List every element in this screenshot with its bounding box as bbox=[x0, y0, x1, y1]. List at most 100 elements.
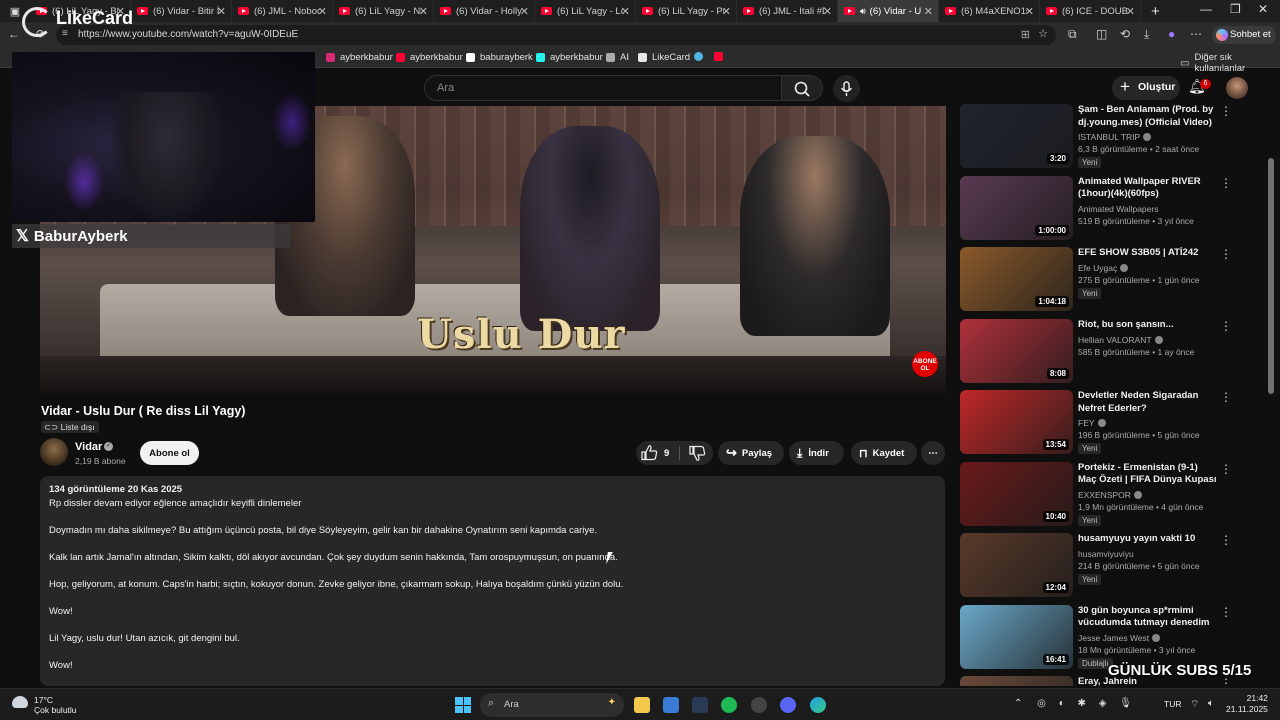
browser-tab[interactable]: (6) ICE - DOUBLE✕ bbox=[1040, 0, 1141, 22]
weather-widget[interactable]: 17°C Çok bulutlu bbox=[12, 695, 77, 715]
voice-search-button[interactable] bbox=[833, 75, 860, 102]
more-vertical-icon[interactable]: ⋮ bbox=[1220, 104, 1232, 118]
recommended-video-title[interactable]: Devletler Neden Sigaradan Nefret Ederler… bbox=[1078, 390, 1218, 415]
recommended-channel[interactable]: FEY bbox=[1078, 418, 1106, 428]
video-thumbnail[interactable]: 8:08 bbox=[960, 318, 1073, 383]
more-vertical-icon[interactable]: ⋮ bbox=[1220, 462, 1232, 476]
recommended-video[interactable]: 16:41 30 gün boyunca sp*rmimi vücudumda t… bbox=[960, 604, 1240, 671]
edge-icon[interactable] bbox=[810, 697, 826, 713]
video-thumbnail[interactable]: 3:20 bbox=[960, 104, 1073, 168]
tab-close-icon[interactable]: ✕ bbox=[924, 5, 933, 18]
tray-app-icon[interactable]: ◈ bbox=[1099, 698, 1107, 709]
video-thumbnail[interactable]: 12:04 bbox=[960, 533, 1073, 597]
tab-close-icon[interactable]: ✕ bbox=[722, 5, 731, 18]
spotify-icon[interactable] bbox=[721, 697, 737, 713]
app-available-icon[interactable]: ⊞ bbox=[1021, 28, 1030, 41]
more-actions-button[interactable]: ⋯ bbox=[921, 441, 945, 465]
recommended-video-title[interactable]: EFE SHOW S3B05 | ATİ242 bbox=[1078, 247, 1218, 260]
volume-icon[interactable]: 🔈︎ bbox=[1208, 698, 1214, 709]
recommended-video[interactable]: 8:08 Riot, bu son şansın... Hellian VALORA… bbox=[960, 318, 1240, 385]
steam-icon[interactable] bbox=[692, 697, 708, 713]
recommended-video[interactable]: 3:20 Şam - Ben Anlamam (Prod. by dj.young… bbox=[960, 104, 1240, 170]
maximize-icon[interactable]: ❐ bbox=[1230, 2, 1241, 16]
search-button[interactable] bbox=[781, 75, 823, 101]
recommended-video-title[interactable]: husamyuyu yayın vakti 10 bbox=[1078, 533, 1218, 546]
recommended-channel[interactable]: Hellian VALORANT bbox=[1078, 335, 1163, 345]
minimize-icon[interactable]: — bbox=[1200, 2, 1212, 16]
url-field[interactable]: ≡ https://www.youtube.com/watch?v=aguW-0… bbox=[56, 25, 1056, 45]
extensions-icon[interactable]: ⧉ bbox=[1068, 27, 1077, 42]
tab-close-icon[interactable]: ✕ bbox=[823, 5, 832, 18]
video-thumbnail[interactable]: 16:41 bbox=[960, 604, 1073, 669]
video-thumbnail[interactable]: 10:40 bbox=[960, 461, 1073, 526]
copilot-chat-button[interactable]: Sohbet et bbox=[1212, 26, 1276, 44]
more-vertical-icon[interactable]: ⋮ bbox=[1220, 605, 1232, 619]
recommended-video[interactable]: 10:40 Portekiz - Ermenistan (9-1) Maç Öze… bbox=[960, 461, 1240, 528]
recommended-channel[interactable]: husamviyuviyu bbox=[1078, 549, 1134, 559]
channel-name[interactable]: Vidar bbox=[75, 441, 102, 453]
recommended-video-title[interactable]: Riot, bu son şansın... bbox=[1078, 319, 1218, 332]
video-description[interactable]: 134 görüntüleme 20 Kas 2025 Rp dissler d… bbox=[40, 476, 945, 686]
back-icon[interactable]: ← bbox=[8, 27, 20, 41]
tab-close-icon[interactable]: ✕ bbox=[217, 5, 226, 18]
language-indicator[interactable]: TUR bbox=[1164, 699, 1181, 709]
profile-icon[interactable]: ● bbox=[1168, 27, 1175, 41]
like-thumb-icon[interactable] bbox=[636, 441, 664, 465]
file-explorer-icon[interactable] bbox=[634, 697, 650, 713]
share-button[interactable]: ↪ Paylaş bbox=[718, 441, 784, 465]
sidebar-scrollbar[interactable] bbox=[1268, 158, 1274, 394]
bookmark-item[interactable]: ayberkbabur bbox=[396, 52, 463, 63]
recommended-channel[interactable]: ISTANBUL TRIP bbox=[1078, 132, 1152, 142]
tab-close-icon[interactable]: ✕ bbox=[1126, 5, 1135, 18]
photos-icon[interactable] bbox=[663, 697, 679, 713]
subscribe-button[interactable]: Abone ol bbox=[140, 441, 199, 465]
system-tray[interactable]: ⌃ ◎ ◐ ✱ ◈ 🎙︎ bbox=[1014, 698, 1142, 709]
clock[interactable]: 21:42 21.11.2025 bbox=[1226, 693, 1268, 715]
browser-tab[interactable]: (6) JML - Nobody ✕ bbox=[232, 0, 333, 22]
bookmark-item[interactable]: baburayberk bbox=[466, 52, 533, 63]
windows-start-icon[interactable] bbox=[455, 697, 471, 713]
bookmark-item[interactable]: AI bbox=[606, 52, 629, 63]
account-avatar[interactable] bbox=[1226, 77, 1248, 99]
more-vertical-icon[interactable]: ⋮ bbox=[1220, 247, 1232, 261]
tab-close-icon[interactable]: ✕ bbox=[318, 5, 327, 18]
tab-close-icon[interactable]: ✕ bbox=[419, 5, 428, 18]
bookmark-item[interactable]: ayberkbabur bbox=[326, 52, 393, 63]
recommended-channel[interactable]: Efe Uygaç bbox=[1078, 263, 1129, 273]
more-vertical-icon[interactable]: ⋮ bbox=[1220, 176, 1232, 190]
more-vertical-icon[interactable]: ⋮ bbox=[1220, 390, 1232, 404]
recommended-channel[interactable]: Jesse James West bbox=[1078, 633, 1161, 643]
tray-app-icon[interactable]: ◎ bbox=[1037, 698, 1046, 709]
download-button[interactable]: ⤓ İndir bbox=[789, 441, 844, 465]
other-bookmarks[interactable]: ▭ Diğer sık kullanılanlar bbox=[1180, 52, 1280, 74]
bookmark-item[interactable] bbox=[694, 52, 728, 61]
browser-tab[interactable]: (6) M4aXENO1s ✕ bbox=[939, 0, 1040, 22]
browser-tab[interactable]: (6) LiL Yagy - Lol ✕ bbox=[535, 0, 636, 22]
network-icon[interactable]: ⌔ bbox=[1190, 698, 1199, 711]
browser-tab[interactable]: (6) JML - Itali #D ✕ bbox=[737, 0, 838, 22]
recommended-channel[interactable]: Animated Wallpapers bbox=[1078, 204, 1158, 214]
bookmark-item[interactable]: ayberkbabur bbox=[536, 52, 603, 63]
obs-icon[interactable] bbox=[751, 697, 767, 713]
browser-more-icon[interactable]: ⋯ bbox=[1190, 27, 1202, 41]
browser-tab[interactable]: 🔊︎ (6) Vidar - U ✕ bbox=[838, 0, 939, 22]
split-screen-icon[interactable]: ◫ bbox=[1096, 27, 1107, 41]
recommended-video-title[interactable]: Şam - Ben Anlamam (Prod. by dj.young.mes… bbox=[1078, 104, 1218, 129]
downloads-icon[interactable]: ⤓ bbox=[1144, 27, 1149, 42]
video-thumbnail[interactable]: 1:00:00 bbox=[960, 175, 1073, 240]
recommended-video-title[interactable]: Portekiz - Ermenistan (9-1) Maç Özeti | … bbox=[1078, 462, 1218, 487]
tray-chevron-icon[interactable]: ⌃ bbox=[1014, 698, 1022, 709]
history-icon[interactable]: ⟲ bbox=[1120, 27, 1130, 41]
recommended-channel[interactable]: EXXENSPOR bbox=[1078, 490, 1142, 500]
tray-app-icon[interactable]: ◐ bbox=[1059, 698, 1065, 709]
tab-close-icon[interactable]: ✕ bbox=[520, 5, 529, 18]
tray-app-icon[interactable]: ✱ bbox=[1078, 698, 1086, 709]
close-window-icon[interactable]: ✕ bbox=[1258, 2, 1268, 16]
favorite-star-icon[interactable]: ☆ bbox=[1038, 27, 1048, 40]
dislike-thumb-icon[interactable] bbox=[688, 441, 706, 465]
video-thumbnail[interactable]: 1:04:18 bbox=[960, 247, 1073, 311]
recommended-video-title[interactable]: Animated Wallpaper RIVER (1hour)(4k)(60f… bbox=[1078, 176, 1218, 201]
video-thumbnail[interactable] bbox=[960, 676, 1073, 686]
taskbar-search[interactable]: ⌕ Ara ✦ bbox=[480, 693, 624, 717]
save-button[interactable]: ⊓ Kaydet bbox=[851, 441, 917, 465]
